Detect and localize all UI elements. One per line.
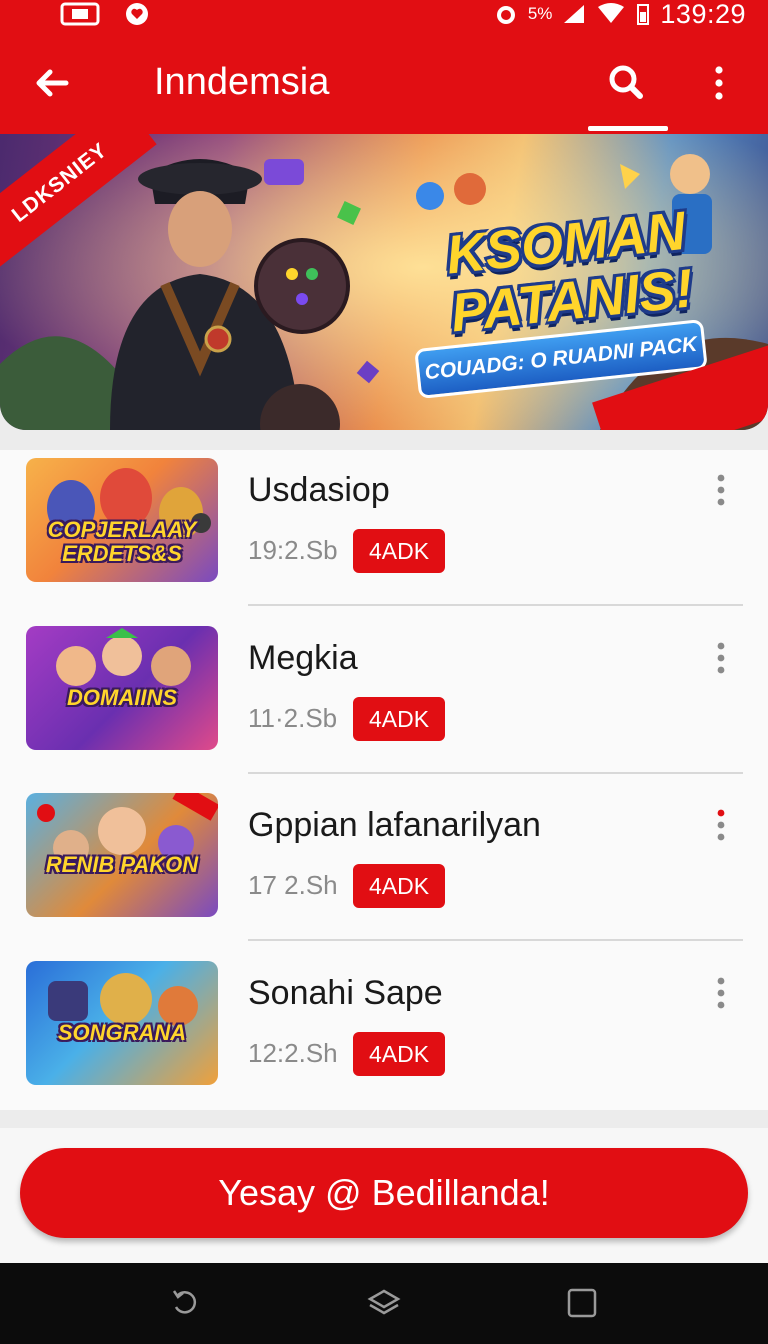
page-title: Inndemsia xyxy=(154,61,330,103)
item-menu-button[interactable] xyxy=(706,470,736,510)
list-item[interactable]: RENIB PAKON Gppian lafanarilyan 17 2.Sh … xyxy=(0,785,768,952)
signal-icon xyxy=(564,5,585,23)
back-button[interactable] xyxy=(28,58,78,108)
more-vertical-icon xyxy=(717,474,725,506)
primary-action-button[interactable]: Yesay @ Bedillanda! xyxy=(20,1148,748,1238)
back-nav-icon xyxy=(172,1290,197,1314)
item-badge[interactable]: 4ADK xyxy=(353,697,445,741)
app-screen: 5% 139:29 Inndemsia LDKSNIEY KSOMAN PATA… xyxy=(0,0,768,1344)
more-vertical-icon xyxy=(717,809,725,841)
heart-icon xyxy=(126,3,148,25)
game-thumbnail: COPJERLAAY ERDETS&S xyxy=(26,458,218,582)
active-tab-indicator xyxy=(588,126,668,131)
list-item[interactable]: SONGRANA Sonahi Sape 12:2.Sh 4ADK xyxy=(0,953,768,1120)
thumbnail-label: SONGRANA xyxy=(57,1020,187,1045)
recents-nav-icon xyxy=(567,1288,597,1318)
game-thumbnail: RENIB PAKON xyxy=(26,793,218,917)
thumbnail-label: COPJERLAAY ERDETS&S xyxy=(47,517,197,566)
item-menu-button[interactable] xyxy=(706,973,736,1013)
divider xyxy=(248,604,743,606)
wifi-icon xyxy=(598,3,625,23)
home-nav-icon xyxy=(367,1289,401,1315)
item-size: 11·2.Sb xyxy=(248,703,338,733)
thumbnail-label: RENIB PAKON xyxy=(45,852,199,877)
item-badge[interactable]: 4ADK xyxy=(353,864,445,908)
more-vertical-icon xyxy=(717,977,725,1009)
search-icon xyxy=(609,65,643,99)
alarm-icon xyxy=(496,6,515,24)
more-vertical-icon xyxy=(717,642,725,674)
divider xyxy=(248,939,743,941)
item-title: Megkia xyxy=(248,639,358,677)
status-bar: 5% 139:29 xyxy=(0,0,768,29)
list-item[interactable]: COPJERLAAY ERDETS&S Usdasiop 19:2.Sb 4AD… xyxy=(0,450,768,617)
item-menu-button[interactable] xyxy=(706,805,736,845)
status-left-icons xyxy=(60,0,150,28)
item-size: 17 2.Sh xyxy=(248,870,338,900)
game-thumbnail: DOMAIINS xyxy=(26,626,218,750)
item-title: Gppian lafanarilyan xyxy=(248,806,541,844)
game-list: COPJERLAAY ERDETS&S Usdasiop 19:2.Sb 4AD… xyxy=(0,450,768,1110)
item-badge[interactable]: 4ADK xyxy=(353,529,445,573)
status-right-icons: 5% 139:29 xyxy=(494,0,746,29)
item-title: Usdasiop xyxy=(248,471,390,509)
item-title: Sonahi Sape xyxy=(248,974,443,1012)
item-badge[interactable]: 4ADK xyxy=(353,1032,445,1076)
item-size: 12:2.Sh xyxy=(248,1038,338,1068)
system-nav-bar xyxy=(0,1263,768,1344)
nav-recents-button[interactable] xyxy=(564,1285,600,1321)
status-time: 139:29 xyxy=(660,0,746,29)
overflow-menu-button[interactable] xyxy=(700,58,738,108)
game-thumbnail: SONGRANA xyxy=(26,961,218,1085)
bottom-action-area: Yesay @ Bedillanda! xyxy=(0,1128,768,1263)
more-vertical-icon xyxy=(715,66,723,100)
app-bar: Inndemsia xyxy=(0,28,768,134)
item-size: 19:2.Sb xyxy=(248,535,338,565)
thumbnail-label: DOMAIINS xyxy=(67,685,177,710)
divider xyxy=(248,772,743,774)
search-button[interactable] xyxy=(600,56,652,108)
gallery-icon xyxy=(60,2,100,26)
list-item[interactable]: DOMAIINS Megkia 11·2.Sb 4ADK xyxy=(0,618,768,785)
battery-icon xyxy=(637,4,650,25)
nav-back-button[interactable] xyxy=(168,1285,204,1321)
back-arrow-icon xyxy=(36,69,69,97)
nav-home-button[interactable] xyxy=(366,1285,402,1321)
item-menu-button[interactable] xyxy=(706,638,736,678)
promo-banner[interactable]: LDKSNIEY KSOMAN PATANIS! COUADG: O RUADN… xyxy=(0,134,768,430)
status-percent: 5% xyxy=(527,4,553,23)
